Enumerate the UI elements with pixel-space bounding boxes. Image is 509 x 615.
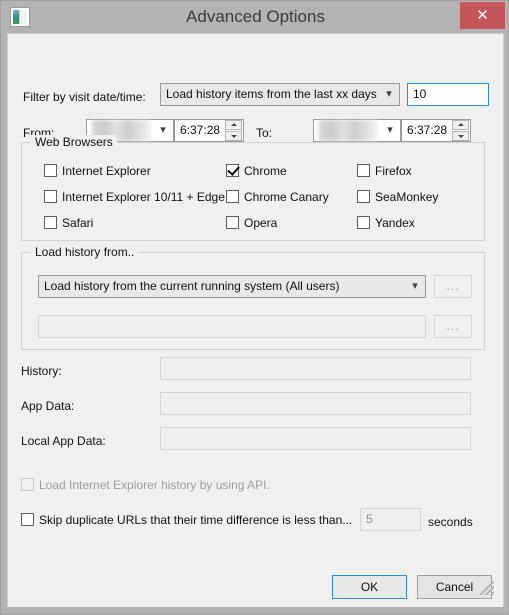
spinner-down-icon[interactable] [452,131,469,141]
history-path-browse-button[interactable]: ... [434,315,472,338]
from-time-input[interactable]: 6:37:28 [174,119,244,142]
spinner-down-icon[interactable] [225,131,242,141]
local-app-data-label: Local App Data: [21,434,106,448]
ok-button[interactable]: OK [332,575,407,599]
checkbox-box [44,164,57,177]
checkbox-label: Opera [244,216,278,230]
app-data-label: App Data: [21,399,75,413]
checkbox-label: Firefox [375,164,412,178]
checkbox-box [21,478,34,491]
checkbox-label: Skip duplicate URLs that their time diff… [39,513,353,527]
chevron-down-icon: ▾ [160,124,166,136]
filter-days-input[interactable]: 10 [407,83,489,106]
filter-mode-value: Load history items from the last xx days [166,87,377,101]
to-time-input[interactable]: 6:37:28 [401,119,471,142]
to-date-combobox[interactable]: ▾ [313,119,401,142]
checkbox-box [226,163,240,177]
advanced-options-dialog: Advanced Options ✕ Filter by visit date/… [0,0,509,615]
spinner-up-icon[interactable] [225,120,242,130]
checkbox-box [21,513,34,526]
filter-days-value: 10 [413,87,427,101]
to-time-spinner[interactable] [452,120,469,141]
app-data-field[interactable] [160,392,471,415]
history-path-input[interactable] [38,315,426,338]
checkbox-box [226,190,239,203]
checkbox-label: Chrome Canary [244,190,329,204]
seconds-value: 5 [366,512,373,526]
seconds-input[interactable]: 5 [360,508,421,531]
to-date-value [319,120,378,141]
checkbox-box [357,164,370,177]
history-source-browse-button[interactable]: ... [434,275,472,298]
history-field[interactable] [160,357,471,380]
from-time-spinner[interactable] [225,120,242,141]
filter-date-label: Filter by visit date/time: [23,90,146,104]
checkbox-box [357,190,370,203]
checkbox-label: Internet Explorer 10/11 + Edge [62,190,225,204]
title-bar[interactable]: Advanced Options ✕ [1,1,508,33]
history-source-value: Load history from the current running sy… [44,279,340,293]
checkbox-label: Internet Explorer [62,164,151,178]
chevron-down-icon: ▾ [412,280,418,292]
history-label: History: [21,364,62,378]
web-browsers-group: Web Browsers Internet Explorer Internet … [21,135,485,241]
checkbox-label: Chrome [244,164,287,178]
web-browsers-group-title: Web Browsers [31,135,117,149]
local-app-data-field[interactable] [160,427,471,450]
checkbox-label: Yandex [375,216,415,230]
history-source-combobox[interactable]: Load history from the current running sy… [38,275,426,298]
resize-grip[interactable] [480,581,494,595]
close-icon[interactable]: ✕ [460,2,505,29]
checkbox-box [44,190,57,203]
load-history-from-group-title: Load history from.. [31,245,139,259]
checkbox-label: SeaMonkey [375,190,439,204]
to-label: To: [256,126,273,140]
checkbox-box [357,216,370,229]
from-time-value: 6:37:28 [180,123,221,137]
window-title: Advanced Options [186,7,325,26]
to-time-value: 6:37:28 [407,123,448,137]
seconds-label: seconds [428,515,473,529]
spinner-up-icon[interactable] [452,120,469,130]
load-history-from-group: Load history from.. Load history from th… [21,245,485,350]
chevron-down-icon: ▾ [387,124,393,136]
checkbox-box [226,216,239,229]
checkbox-box [44,216,57,229]
chevron-down-icon: ▾ [386,88,392,100]
filter-mode-combobox[interactable]: Load history items from the last xx days… [160,83,400,106]
checkbox-label: Load Internet Explorer history by using … [39,478,270,492]
checkbox-label: Safari [62,216,94,230]
dialog-client-area: Filter by visit date/time: Load history … [7,33,504,607]
